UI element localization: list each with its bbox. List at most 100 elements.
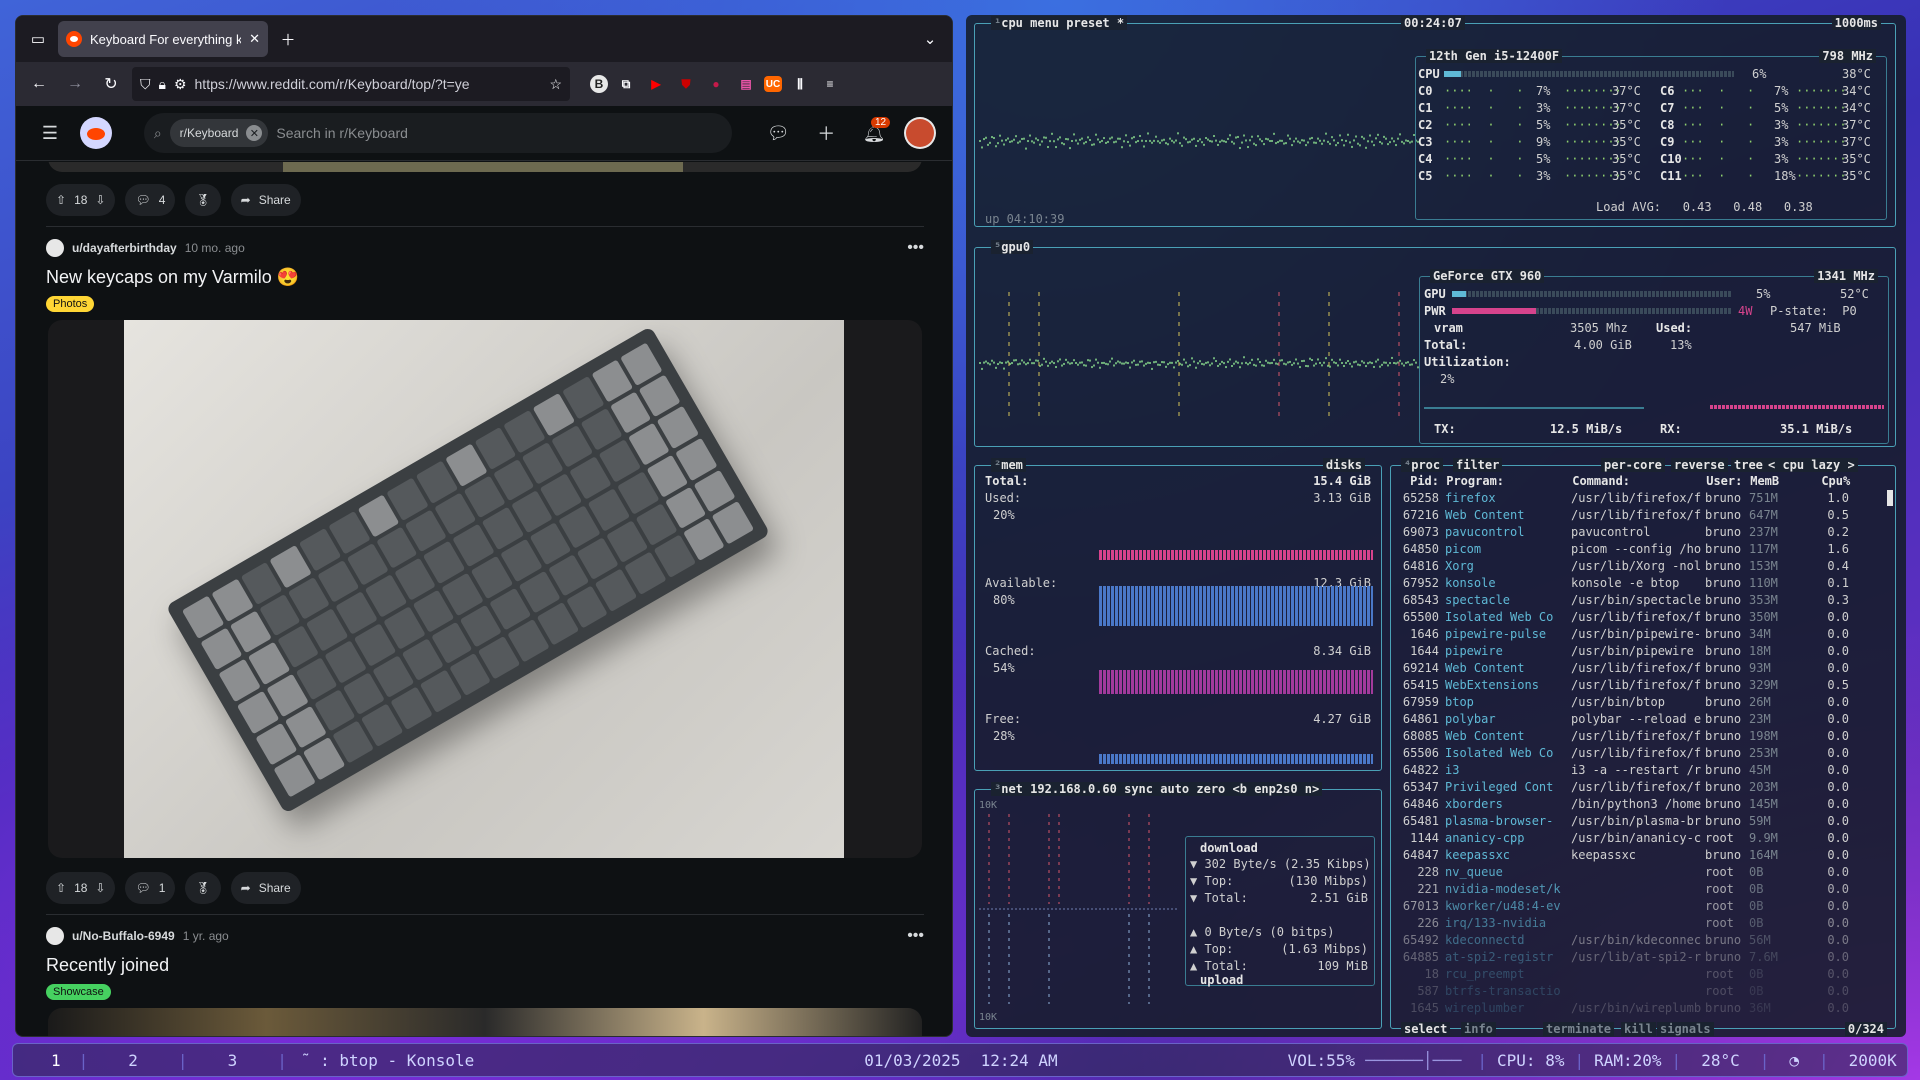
process-row[interactable]: 64847 keepassxc keepassxc bruno 164M 0.0 xyxy=(1391,848,1849,865)
proc-scrollbar[interactable] xyxy=(1887,490,1893,506)
process-row[interactable]: 228 nv_queue root 0B 0.0 xyxy=(1391,865,1849,882)
process-row[interactable]: 65492 kdeconnectd/usr/bin/kdeconnec bruno 5… xyxy=(1391,933,1849,950)
new-tab-icon[interactable]: ＋ xyxy=(276,27,300,51)
process-row[interactable]: 67216 Web Content/usr/lib/firefox/f bruno 6… xyxy=(1391,508,1849,525)
volume[interactable]: VOL:55% xyxy=(1288,1051,1355,1070)
youtube-extension-icon[interactable]: ▶ xyxy=(644,72,668,96)
update-interval[interactable]: 1000ms xyxy=(1832,16,1881,30)
tab-overview-icon[interactable]: ▭ xyxy=(26,27,50,51)
next-iface[interactable]: n> xyxy=(1305,782,1319,796)
more-options-icon[interactable]: ••• xyxy=(907,239,924,257)
stack-extension-icon[interactable]: ▤ xyxy=(734,72,758,96)
subreddit-chip[interactable]: r/Keyboard ✕ xyxy=(170,119,269,147)
create-plus-icon[interactable]: ＋ xyxy=(808,115,844,151)
post-author[interactable]: u/No-Buffalo-6949 xyxy=(72,929,175,943)
auto-toggle[interactable]: auto xyxy=(1160,782,1189,796)
tab-reddit[interactable]: Keyboard For everything k ✕ xyxy=(58,21,268,57)
user-avatar[interactable] xyxy=(46,927,64,945)
process-row[interactable]: 68543 spectacle/usr/bin/spectacle bruno 353… xyxy=(1391,593,1849,610)
tab-list-chevron-icon[interactable]: ⌄ xyxy=(918,27,942,51)
process-row[interactable]: 67952 konsole konsole -e btop bruno 110M 0.1 xyxy=(1391,576,1849,593)
terminate-button[interactable]: terminate xyxy=(1543,1022,1614,1036)
comments-button[interactable]: 💬︎ 4 xyxy=(125,184,175,216)
process-row[interactable]: 1645 wireplumber/usr/bin/wireplumb bruno 36… xyxy=(1391,1001,1849,1018)
process-row[interactable]: 64846 xborders/bin/python3 /home bruno 145M… xyxy=(1391,797,1849,814)
bookmark-star-icon[interactable]: ☆ xyxy=(549,76,562,93)
process-row[interactable]: 64861 polybar polybar --reload e bruno 23M 0.… xyxy=(1391,712,1849,729)
previous-post-image[interactable] xyxy=(48,162,922,172)
cpu-title[interactable]: cpu xyxy=(1001,16,1023,30)
process-row[interactable]: 69214 Web Content/usr/lib/firefox/f bruno 9… xyxy=(1391,661,1849,678)
process-row[interactable]: 65415 WebExtensions/usr/lib/firefox/f brun… xyxy=(1391,678,1849,695)
process-row[interactable]: 65258 firefox/usr/lib/firefox/f bruno 751M 1… xyxy=(1391,491,1849,508)
process-row[interactable]: 64885 at-spi2-registr/usr/lib/at-spi2-r br… xyxy=(1391,950,1849,967)
reddit-logo-icon[interactable] xyxy=(80,117,112,149)
preset-toggle[interactable]: preset * xyxy=(1066,16,1124,30)
select-label[interactable]: select xyxy=(1401,1022,1450,1036)
sync-toggle[interactable]: sync xyxy=(1124,782,1153,796)
raspberry-extension-icon[interactable]: ● xyxy=(704,72,728,96)
lock-icon[interactable]: 🔒︎ xyxy=(159,76,166,93)
gpu-box-title[interactable]: ⁵gpu0 xyxy=(991,240,1033,254)
workspace-3[interactable]: 3 xyxy=(188,1051,278,1070)
process-row[interactable]: 1644 pipewire/usr/bin/pipewire bruno 18M 0.0 xyxy=(1391,644,1849,661)
back-arrow-icon[interactable]: ← xyxy=(24,69,54,99)
workspace-1[interactable]: 1 xyxy=(33,1051,79,1070)
share-button[interactable]: ➦ Share xyxy=(231,184,301,216)
chat-icon[interactable]: 💬︎ xyxy=(760,115,796,151)
permissions-icon[interactable]: ⚙ xyxy=(174,76,187,93)
hamburger-menu-icon[interactable]: ☰ xyxy=(32,115,68,151)
shield-icon[interactable]: ⛉ xyxy=(140,76,151,93)
post-title[interactable]: Recently joined xyxy=(16,955,953,976)
tab-close-icon[interactable]: ✕ xyxy=(249,31,260,47)
search-placeholder[interactable]: Search in r/Keyboard xyxy=(276,125,408,141)
upvote-icon[interactable]: ⇧ xyxy=(56,881,66,895)
downvote-icon[interactable]: ⇩ xyxy=(95,193,105,207)
uc-extension-icon[interactable]: UC xyxy=(764,76,782,92)
process-row[interactable]: 69073 pavucontrol pavucontrol bruno 237M 0.2 xyxy=(1391,525,1849,542)
url-bar[interactable]: ⛉ 🔒︎ ⚙ https://www.reddit.com/r/Keyboard… xyxy=(132,67,570,101)
process-row[interactable]: 64822 i3 i3 -a --restart /r bruno 45M 0.0 xyxy=(1391,763,1849,780)
process-row[interactable]: 587 btrfs-transactio root 0B 0.0 xyxy=(1391,984,1849,1001)
award-button[interactable]: 🏅︎ xyxy=(185,184,220,216)
notifications-bell-icon[interactable]: 🔔︎ 12 xyxy=(856,115,892,151)
filter-button[interactable]: filter xyxy=(1453,458,1502,472)
comments-button[interactable]: 💬︎ 1 xyxy=(125,872,175,904)
workspace-2[interactable]: 2 xyxy=(88,1051,178,1070)
avatar[interactable] xyxy=(904,117,936,149)
tree-toggle[interactable]: tree xyxy=(1731,458,1766,472)
user-avatar[interactable] xyxy=(46,239,64,257)
more-options-icon[interactable]: ••• xyxy=(907,927,924,945)
reload-icon[interactable]: ↻ xyxy=(96,69,126,99)
chip-close-icon[interactable]: ✕ xyxy=(246,125,262,141)
process-row[interactable]: 1646 pipewire-pulse/usr/bin/pipewire-brun… xyxy=(1391,627,1849,644)
process-row[interactable]: 226 irq/133-nvidia root 0B 0.0 xyxy=(1391,916,1849,933)
process-row[interactable]: 65506 Isolated Web Co/usr/lib/firefox/f br… xyxy=(1391,746,1849,763)
ublock-icon[interactable]: ⛊ xyxy=(674,72,698,96)
signals-button[interactable]: signals xyxy=(1657,1022,1714,1036)
process-row[interactable]: 67013 kworker/u48:4-ev root 0B 0.0 xyxy=(1391,899,1849,916)
process-row[interactable]: 68085 Web Content/usr/lib/firefox/f bruno 1… xyxy=(1391,729,1849,746)
extensions-puzzle-icon[interactable]: ⧉ xyxy=(614,72,638,96)
process-row[interactable]: 64816 Xorg/usr/lib/Xorg -nol bruno 153M 0.4 xyxy=(1391,559,1849,576)
process-row[interactable]: 65481 plasma-browser- /usr/bin/plasma-br br… xyxy=(1391,814,1849,831)
award-button[interactable]: 🏅︎ xyxy=(185,872,220,904)
zero-toggle[interactable]: zero xyxy=(1196,782,1225,796)
reverse-toggle[interactable]: reverse xyxy=(1671,458,1728,472)
post-title[interactable]: New keycaps on my Varmilo 😍 xyxy=(16,267,953,288)
prev-iface[interactable]: <b xyxy=(1233,782,1247,796)
process-row[interactable]: 65347 Privileged Cont/usr/lib/firefox/f br… xyxy=(1391,780,1849,797)
disks-title[interactable]: disks xyxy=(1323,458,1365,472)
keyboard-photo[interactable] xyxy=(48,320,922,858)
process-row[interactable]: 1144 ananicy-cpp/usr/bin/ananicy-c root 9.9… xyxy=(1391,831,1849,848)
sort-selector[interactable]: < cpu lazy > xyxy=(1765,458,1858,472)
process-row[interactable]: 65500 Isolated Web Co/usr/lib/firefox/f br… xyxy=(1391,610,1849,627)
next-post-image[interactable] xyxy=(48,1008,922,1037)
post-author[interactable]: u/dayafterbirthday xyxy=(72,241,177,255)
reddit-search[interactable]: ⌕ r/Keyboard ✕ Search in r/Keyboard xyxy=(144,113,733,153)
per-core-toggle[interactable]: per-core xyxy=(1601,458,1665,472)
share-button[interactable]: ➦ Share xyxy=(231,872,301,904)
forward-arrow-icon[interactable]: → xyxy=(60,69,90,99)
net-title[interactable]: net xyxy=(1001,782,1023,796)
volume-slider[interactable]: ──────│─── xyxy=(1365,1051,1461,1070)
